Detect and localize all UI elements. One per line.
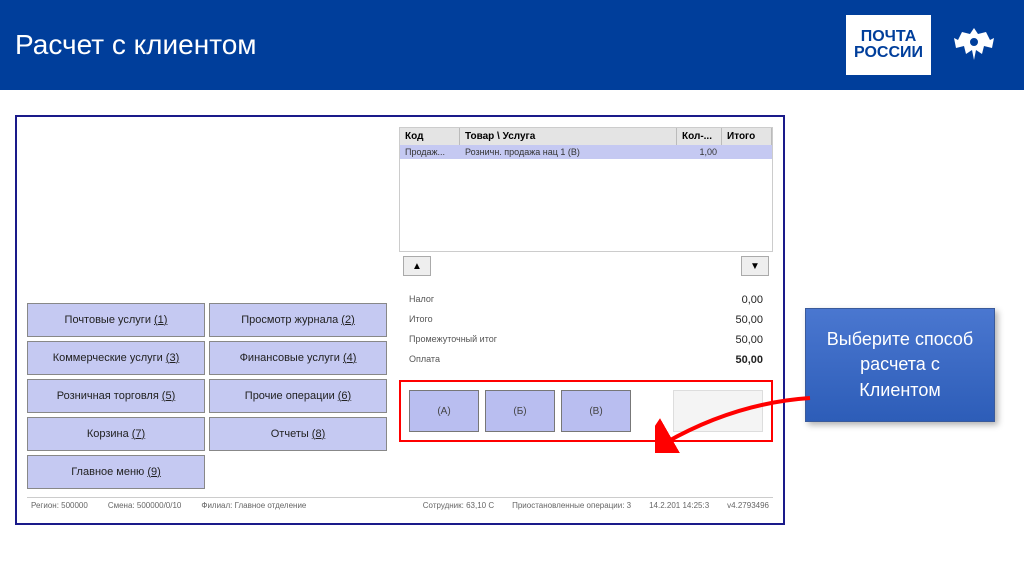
- arrow-down-icon: ▼: [750, 261, 760, 272]
- menu-reports[interactable]: Отчеты(8): [209, 417, 387, 451]
- summary-total: Итого50,00: [399, 310, 773, 330]
- col-item: Товар \ Услуга: [460, 128, 677, 145]
- col-qty: Кол-...: [677, 128, 722, 145]
- pos-app-window: Почтовые услуги(1) Просмотр журнала(2) К…: [15, 115, 785, 525]
- logo-eagle-emblem: [939, 15, 1009, 75]
- page-title: Расчет с клиентом: [15, 29, 257, 61]
- instruction-callout: Выберите способ расчета с Клиентом: [805, 308, 995, 422]
- table-row[interactable]: Продаж... Розничн. продажа нац 1 (В) 1,0…: [400, 145, 772, 159]
- table-header: Код Товар \ Услуга Кол-... Итого: [400, 128, 772, 145]
- payment-button-a[interactable]: (A): [409, 390, 479, 432]
- menu-main[interactable]: Главное меню(9): [27, 455, 205, 489]
- arrow-up-icon: ▲: [412, 261, 422, 272]
- status-branch: Филиал: Главное отделение: [201, 501, 306, 510]
- slide-header: Расчет с клиентом ПОЧТА РОССИИ: [0, 0, 1024, 90]
- status-bar: Регион: 500000 Смена: 500000/0/10 Филиал…: [27, 497, 773, 513]
- status-datetime: 14.2.201 14:25:3: [649, 501, 709, 510]
- status-paused: Приостановленные операции: 3: [512, 501, 631, 510]
- menu-postal-services[interactable]: Почтовые услуги(1): [27, 303, 205, 337]
- menu-panel: Почтовые услуги(1) Просмотр журнала(2) К…: [27, 127, 387, 497]
- menu-financial-services[interactable]: Финансовые услуги(4): [209, 341, 387, 375]
- scroll-down-button[interactable]: ▼: [741, 256, 769, 276]
- scroll-up-button[interactable]: ▲: [403, 256, 431, 276]
- col-code: Код: [400, 128, 460, 145]
- menu-retail[interactable]: Розничная торговля(5): [27, 379, 205, 413]
- status-version: v4.2793496: [727, 501, 769, 510]
- logo-pochta-rossii: ПОЧТА РОССИИ: [846, 15, 931, 75]
- menu-commercial-services[interactable]: Коммерческие услуги(3): [27, 341, 205, 375]
- summary-tax: Налог0,00: [399, 290, 773, 310]
- status-employee: Сотрудник: 63,10 С: [423, 501, 494, 510]
- summary-subtotal: Промежуточный итог50,00: [399, 330, 773, 350]
- status-region: Регион: 500000: [31, 501, 88, 510]
- summary-payment: Оплата50,00: [399, 350, 773, 370]
- logo-group: ПОЧТА РОССИИ: [846, 15, 1009, 75]
- menu-cart[interactable]: Корзина(7): [27, 417, 205, 451]
- col-total: Итого: [722, 128, 772, 145]
- menu-other-operations[interactable]: Прочие операции(6): [209, 379, 387, 413]
- scroll-controls: ▲ ▼: [399, 254, 773, 278]
- menu-view-journal[interactable]: Просмотр журнала(2): [209, 303, 387, 337]
- arrow-pointer-icon: [655, 393, 815, 453]
- payment-button-c[interactable]: (В): [561, 390, 631, 432]
- callout-text: Выберите способ расчета с Клиентом: [805, 308, 995, 422]
- payment-button-b[interactable]: (Б): [485, 390, 555, 432]
- summary-block: Налог0,00 Итого50,00 Промежуточный итог5…: [399, 290, 773, 370]
- eagle-icon: [950, 24, 998, 66]
- main-content: Почтовые услуги(1) Просмотр журнала(2) К…: [0, 90, 1024, 550]
- items-table: Код Товар \ Услуга Кол-... Итого Продаж.…: [399, 127, 773, 252]
- status-shift: Смена: 500000/0/10: [108, 501, 182, 510]
